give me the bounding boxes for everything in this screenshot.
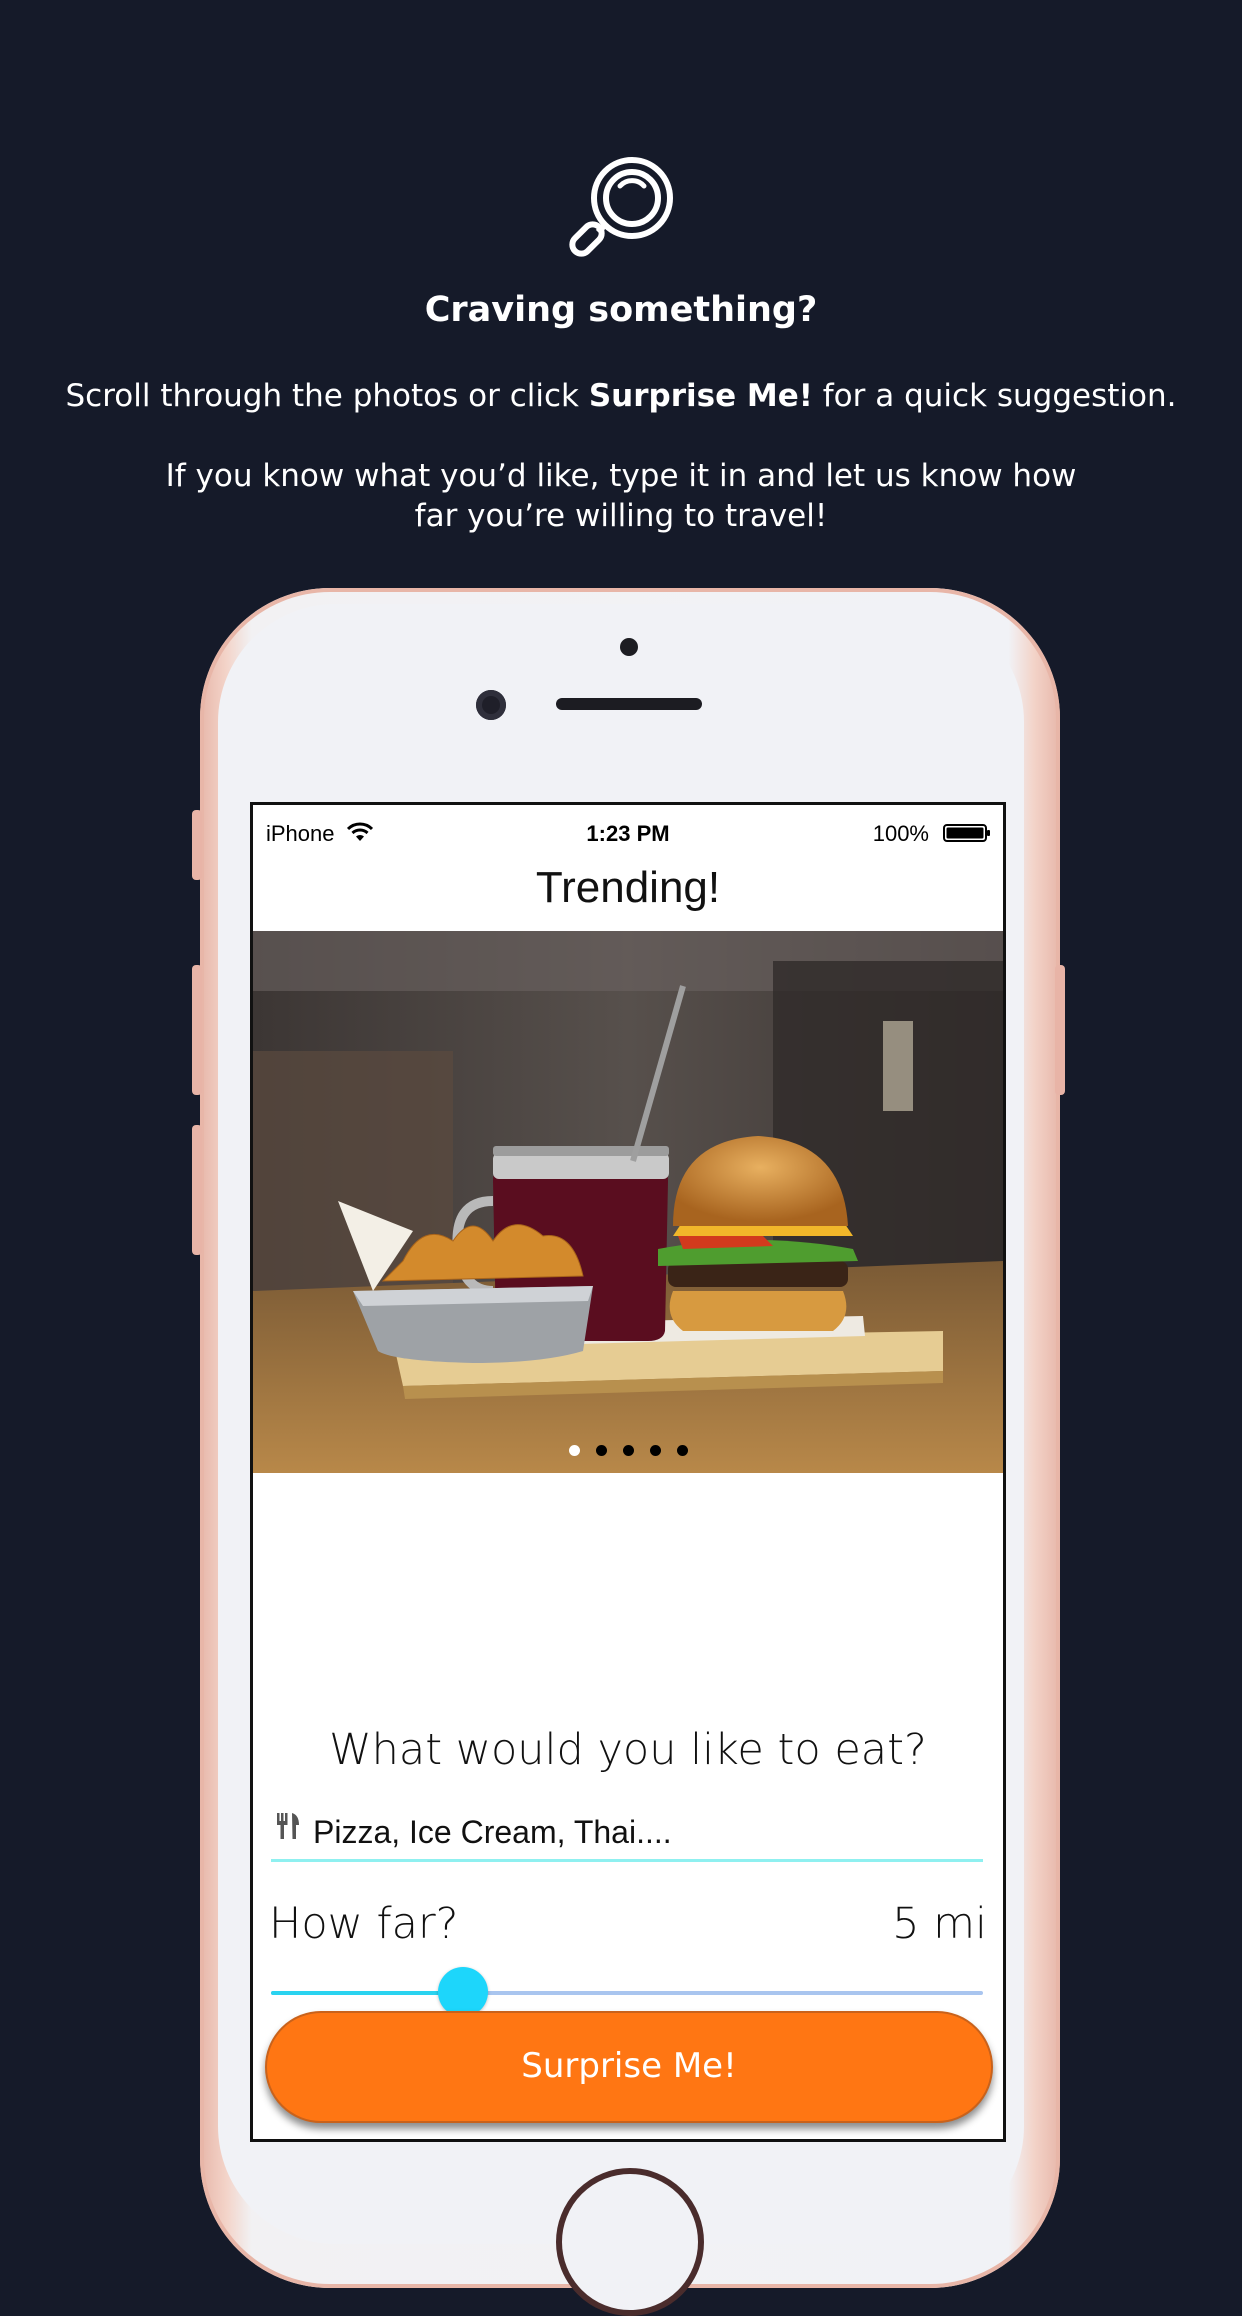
power-button: [1055, 965, 1065, 1095]
instructions-line-1: If you know what you’d like, type it in …: [165, 458, 1077, 494]
page-dot[interactable]: [649, 1445, 661, 1456]
screen-title: Trending!: [535, 863, 721, 912]
earpiece-speaker: [556, 698, 702, 710]
battery-icon: [943, 824, 990, 842]
intro-text-suffix: for a quick suggestion.: [812, 378, 1177, 414]
slider-thumb[interactable]: [438, 1967, 488, 2017]
page: Craving something? Scroll through the ph…: [0, 0, 1242, 2316]
intro-text: Scroll through the photos or click Surpr…: [0, 376, 1242, 416]
instructions-line-2: far you’re willing to travel!: [414, 498, 828, 534]
page-title: Craving something?: [424, 290, 818, 330]
surprise-me-button[interactable]: Surprise Me!: [265, 2011, 993, 2123]
food-input[interactable]: [311, 1811, 975, 1853]
carousel-page-indicator[interactable]: [253, 1443, 1003, 1461]
fork-knife-icon: [277, 1813, 299, 1839]
food-question: What would you like to eat?: [329, 1725, 927, 1775]
mute-switch: [192, 810, 202, 880]
proximity-sensor: [620, 638, 638, 656]
phone-screen: iPhone 1:23 PM 100% Trending! What would…: [250, 802, 1006, 2142]
volume-up-button: [192, 965, 202, 1095]
home-button: [556, 2168, 704, 2316]
volume-down-button: [192, 1125, 202, 1255]
page-dot[interactable]: [676, 1445, 688, 1456]
battery-percent: 100%: [872, 821, 929, 846]
distance-value: 5 mi: [892, 1899, 987, 1949]
how-far-label: How far?: [269, 1899, 459, 1949]
slider-fill: [271, 1991, 463, 1995]
photo-carousel[interactable]: [253, 931, 1003, 1473]
status-bar: iPhone 1:23 PM 100%: [253, 805, 1003, 851]
food-search-field: [271, 1809, 983, 1862]
intro-text-prefix: Scroll through the photos or click: [65, 378, 589, 414]
front-camera: [476, 690, 506, 720]
magnifier-icon: [569, 157, 673, 257]
intro-text-bold: Surprise Me!: [588, 378, 813, 414]
page-dot[interactable]: [595, 1445, 607, 1456]
page-dot[interactable]: [622, 1445, 634, 1456]
burger-photo: [253, 931, 1003, 1473]
page-dot[interactable]: [568, 1445, 580, 1456]
